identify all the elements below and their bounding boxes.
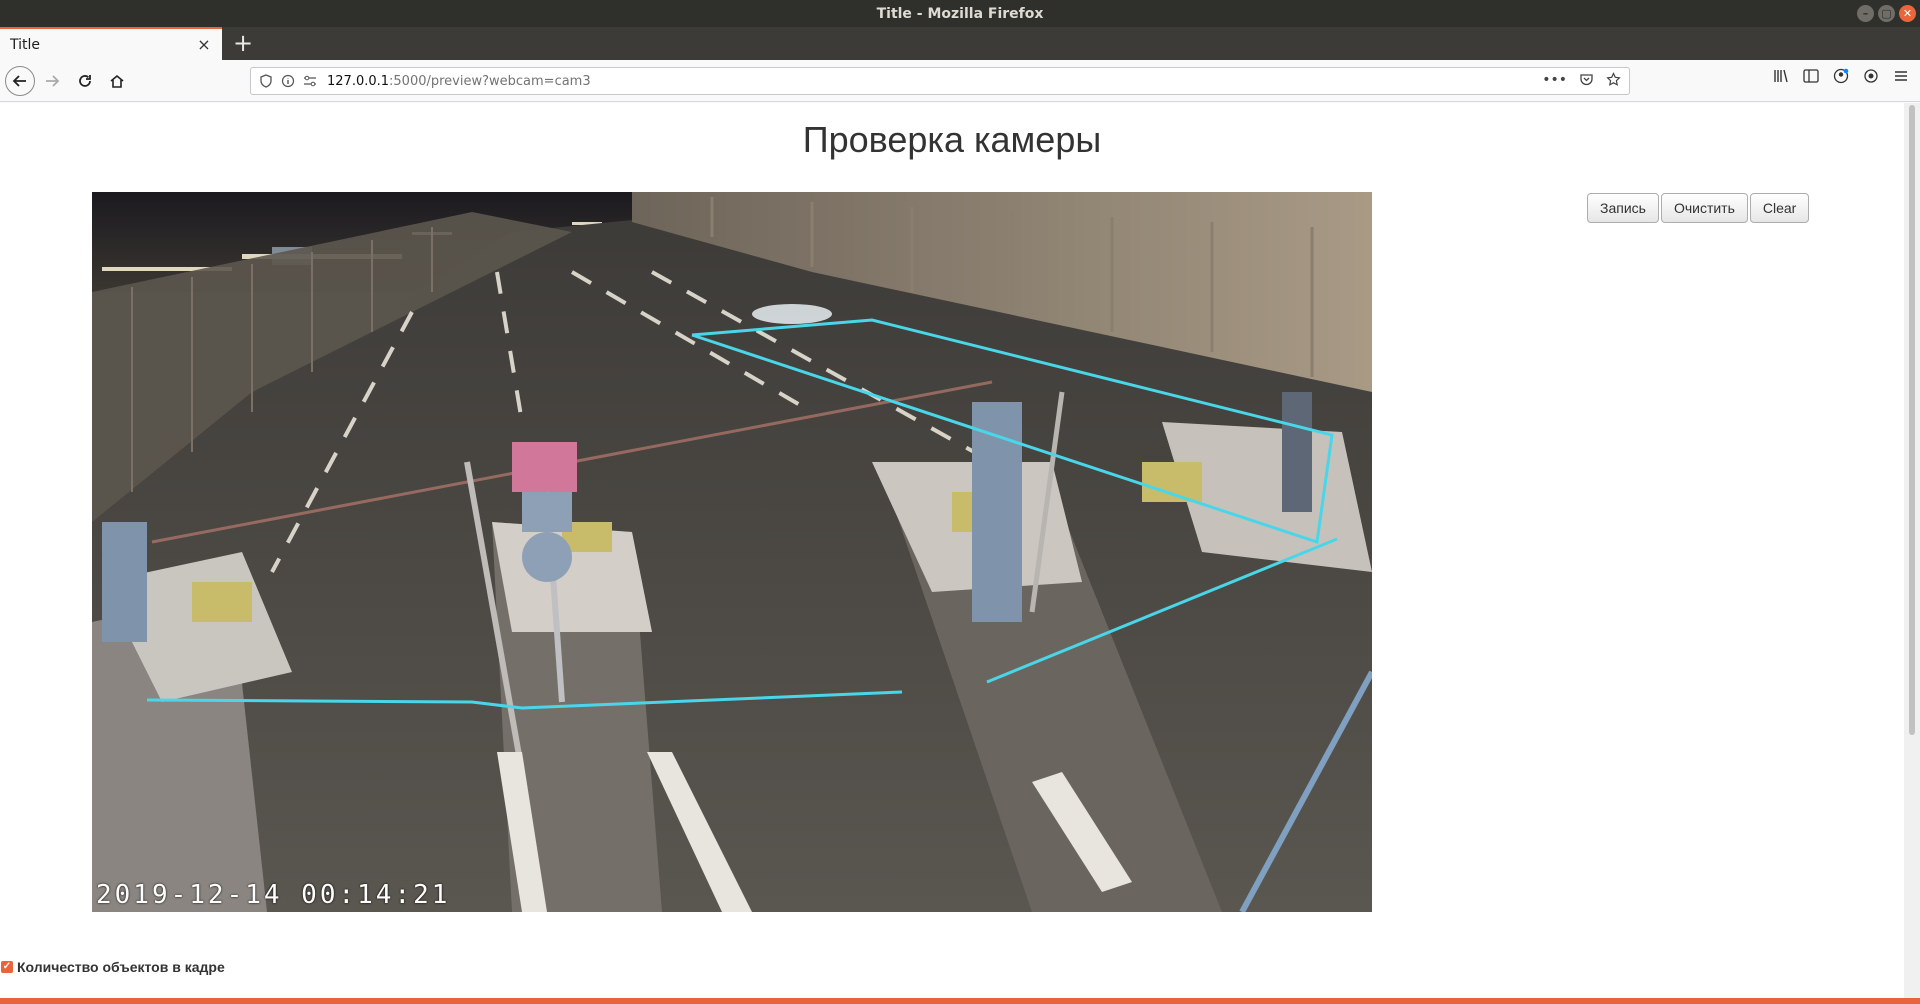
toolbar-right <box>1772 67 1920 85</box>
sliders-icon[interactable] <box>303 74 317 88</box>
camera-actions: Запись Очистить Clear <box>1587 193 1810 223</box>
url-text[interactable]: 127.0.0.1:5000/preview?webcam=cam3 <box>317 74 591 89</box>
window-controls: – ▢ ✕ <box>1857 5 1916 22</box>
scrollbar-thumb[interactable] <box>1909 105 1915 735</box>
library-icon[interactable] <box>1772 67 1790 85</box>
nav-bar: 127.0.0.1:5000/preview?webcam=cam3 ••• <box>0 60 1920 102</box>
hamburger-menu-icon[interactable] <box>1892 67 1910 85</box>
reload-icon <box>79 75 91 87</box>
new-tab-button[interactable]: + <box>230 31 256 57</box>
arrow-left-icon <box>12 75 26 87</box>
url-identity-icons <box>251 74 317 88</box>
url-bar[interactable]: 127.0.0.1:5000/preview?webcam=cam3 ••• <box>250 67 1630 95</box>
back-button[interactable] <box>5 66 35 96</box>
maximize-button[interactable]: ▢ <box>1878 5 1895 22</box>
home-button[interactable] <box>103 67 131 95</box>
tab-close-icon[interactable]: × <box>196 35 212 54</box>
tab-strip: Title × + <box>0 27 1920 60</box>
camera-timestamp: 2019-12-14 00:14:21 <box>96 880 451 910</box>
url-path: :5000/preview?webcam=cam3 <box>389 73 591 89</box>
reload-button[interactable] <box>71 67 99 95</box>
page-content: Проверка камеры 2019-12-14 00:14:21 Запи… <box>0 103 1904 1000</box>
sidebar-icon[interactable] <box>1802 67 1820 85</box>
tab-label: Title <box>10 36 41 53</box>
object-count-label: Количество объектов в кадре <box>17 959 225 975</box>
shield-icon[interactable] <box>259 74 273 88</box>
pocket-icon[interactable] <box>1579 72 1594 87</box>
window-title: Title - Mozilla Firefox <box>876 5 1044 22</box>
arrow-right-icon <box>46 75 60 87</box>
info-icon[interactable] <box>281 74 295 88</box>
car <box>752 304 832 324</box>
bottom-accent-bar <box>0 998 1920 1004</box>
page-scrollbar[interactable] <box>1904 103 1920 1000</box>
account-icon[interactable] <box>1832 67 1850 85</box>
window-titlebar: Title - Mozilla Firefox – ▢ ✕ <box>0 0 1920 27</box>
clear-button[interactable]: Clear <box>1749 193 1810 223</box>
page-actions-icon[interactable]: ••• <box>1542 72 1567 88</box>
url-actions: ••• <box>1542 72 1621 88</box>
minimize-button[interactable]: – <box>1857 5 1874 22</box>
forward-button[interactable] <box>38 67 66 95</box>
clear-ru-button[interactable]: Очистить <box>1660 193 1748 223</box>
home-icon <box>110 74 124 88</box>
object-count-toggle[interactable]: ✓ Количество объектов в кадре <box>1 959 225 975</box>
close-window-button[interactable]: ✕ <box>1899 5 1916 22</box>
star-icon[interactable] <box>1606 72 1621 87</box>
camera-preview[interactable]: 2019-12-14 00:14:21 <box>92 192 1372 912</box>
url-host: 127.0.0.1 <box>327 73 390 89</box>
extension-icon[interactable] <box>1862 67 1880 85</box>
camera-image <box>92 192 1372 912</box>
record-button[interactable]: Запись <box>1587 193 1659 223</box>
object-count-checkbox[interactable]: ✓ <box>1 961 13 973</box>
page-title: Проверка камеры <box>802 119 1102 160</box>
tab-title[interactable]: Title × <box>0 27 222 60</box>
